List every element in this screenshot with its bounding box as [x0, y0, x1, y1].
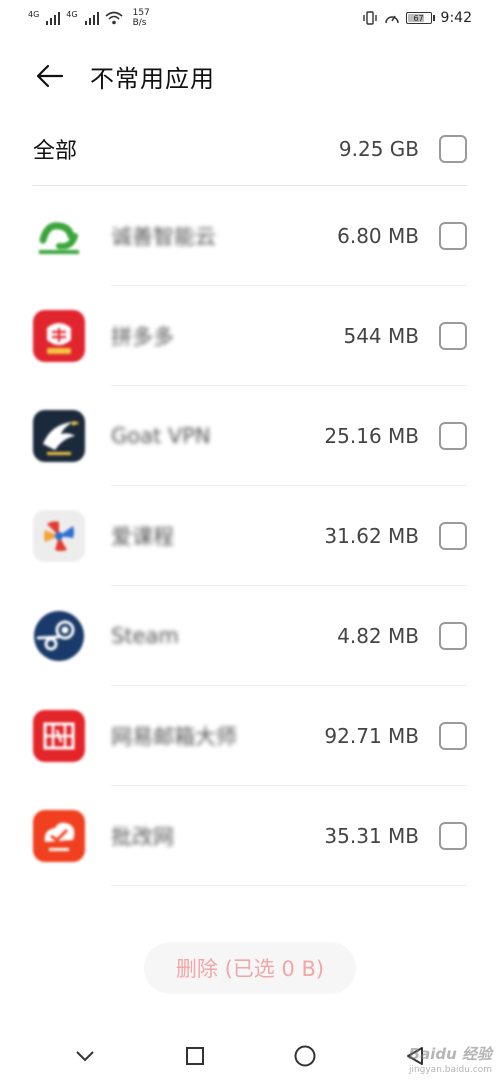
- chevron-down-icon: [76, 1051, 94, 1062]
- app-size: 35.31 MB: [324, 824, 419, 848]
- battery-icon: 67: [405, 12, 432, 24]
- status-left: 4G 4G 157 B/s: [28, 8, 150, 28]
- network-speed: 157 B/s: [133, 8, 150, 28]
- delete-button[interactable]: 删除 (已选 0 B): [144, 942, 356, 994]
- app-size: 92.71 MB: [324, 724, 419, 748]
- signal-1-label: 4G: [28, 9, 40, 19]
- total-size: 9.25 GB: [338, 136, 419, 161]
- status-right: 67 9:42: [362, 10, 472, 26]
- app-name: 批改网: [111, 825, 174, 849]
- pinduoduo-icon: [33, 310, 85, 362]
- select-all-label: 全部: [33, 138, 78, 164]
- app-bar: 不常用应用: [0, 44, 500, 108]
- app-row[interactable]: 拼多多 544 MB: [33, 286, 467, 386]
- app-size: 31.62 MB: [324, 524, 419, 548]
- app-row[interactable]: Steam 4.82 MB: [33, 586, 467, 686]
- app-size: 4.82 MB: [337, 624, 419, 648]
- app-row[interactable]: 网易邮箱大师 92.71 MB: [33, 686, 467, 786]
- app-size: 544 MB: [343, 324, 419, 348]
- nav-collapse-button[interactable]: [63, 1034, 107, 1078]
- app-size: 6.80 MB: [337, 224, 419, 248]
- app-checkbox[interactable]: [439, 322, 467, 350]
- battery-indicator: 67: [405, 12, 435, 24]
- square-icon: [186, 1047, 204, 1065]
- unused-apps-list: 全部 9.25 GB 诚善智能云 6.80 MB 拼多多 544 MB Goat…: [33, 112, 467, 886]
- app-checkbox[interactable]: [439, 722, 467, 750]
- status-time: 9:42: [440, 10, 472, 26]
- baidu-watermark: Baidu 经验 jingyan.baidu.com: [409, 1046, 492, 1078]
- app-checkbox[interactable]: [439, 522, 467, 550]
- app-name: 拼多多: [111, 325, 174, 349]
- back-button[interactable]: [32, 58, 68, 94]
- speed-value: 157: [132, 8, 150, 18]
- app-name: 爱课程: [111, 525, 174, 549]
- goat-vpn-icon: [33, 410, 85, 462]
- app-checkbox[interactable]: [439, 622, 467, 650]
- chengshan-cloud-icon: [33, 210, 85, 262]
- app-size: 25.16 MB: [324, 424, 419, 448]
- app-name: Steam: [111, 624, 179, 648]
- steam-icon: [33, 610, 85, 662]
- arrow-left-icon: [36, 64, 64, 88]
- pigai-icon: [33, 810, 85, 862]
- battery-level: 67: [413, 13, 424, 23]
- wifi-icon: [105, 11, 123, 25]
- signal-2-label: 4G: [66, 9, 78, 19]
- page-title: 不常用应用: [90, 64, 215, 93]
- watermark-sub: jingyan.baidu.com: [408, 1065, 492, 1075]
- app-row[interactable]: 爱课程 31.62 MB: [33, 486, 467, 586]
- select-all-checkbox[interactable]: [439, 134, 467, 163]
- signal-2-icon: [84, 11, 99, 25]
- speed-unit: B/s: [132, 18, 147, 28]
- app-row[interactable]: 诚善智能云 6.80 MB: [33, 186, 467, 286]
- signal-1-icon: [46, 11, 61, 25]
- ai-kecheng-icon: [33, 510, 85, 562]
- nav-recents-button[interactable]: [173, 1034, 217, 1078]
- app-checkbox[interactable]: [439, 222, 467, 250]
- app-row[interactable]: 批改网 35.31 MB: [33, 786, 467, 886]
- circle-icon: [294, 1045, 316, 1067]
- select-all-row[interactable]: 全部 9.25 GB: [33, 112, 467, 186]
- app-checkbox[interactable]: [439, 422, 467, 450]
- nav-home-button[interactable]: [283, 1034, 327, 1078]
- status-bar: 4G 4G 157 B/s 67 9:42: [0, 0, 500, 36]
- vibrate-icon: [362, 11, 377, 25]
- watermark-text: Baidu 经验: [408, 1045, 492, 1063]
- netease-mail-master-icon: [33, 710, 85, 762]
- app-name: 诚善智能云: [111, 225, 216, 249]
- app-name: 网易邮箱大师: [111, 725, 237, 749]
- app-name: Goat VPN: [111, 424, 211, 448]
- app-checkbox[interactable]: [439, 822, 467, 850]
- data-saver-icon: [384, 15, 399, 24]
- app-row[interactable]: Goat VPN 25.16 MB: [33, 386, 467, 486]
